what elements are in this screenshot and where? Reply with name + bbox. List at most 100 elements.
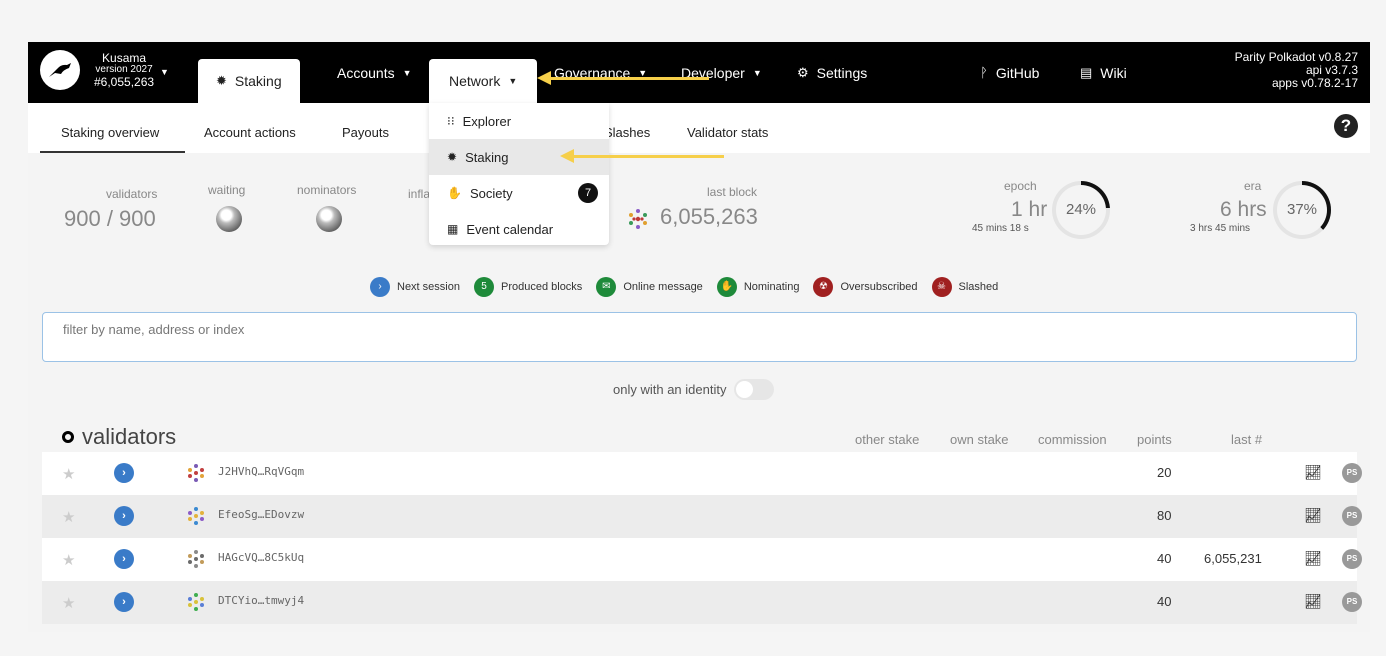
legend-label: Online message [623,281,703,293]
chart-icon[interactable]: 📈︎ [1304,550,1322,567]
network-dropdown-menu: ⁝⁝ Explorer ✹ Staking ✋ Society 7 ▦ Even… [429,103,609,245]
column-other-stake[interactable]: other stake [855,432,919,447]
circle-icon [62,431,74,443]
column-own-stake[interactable]: own stake [950,432,1009,447]
legend-next-session: › Next session [370,277,460,297]
polkascan-icon[interactable]: PS [1342,463,1362,483]
apps-version: apps v0.78.2-17 [1271,76,1358,90]
chain-block: #6,055,263 [94,75,155,89]
validator-last-block: 6,055,231 [1204,551,1262,566]
sub-nav: Staking overview Account actions Payouts… [28,103,1370,153]
annotation-arrow [560,149,724,163]
epoch-value: 1 hr [1011,198,1048,221]
menu-item-explorer[interactable]: ⁝⁝ Explorer [429,103,609,139]
filter-input[interactable]: filter by name, address or index [42,312,1357,362]
column-points[interactable]: points [1137,432,1172,447]
next-session-icon: › [114,506,134,526]
tab-github[interactable]: ᚹ GitHub [980,42,1039,103]
identicon-icon[interactable] [186,506,206,526]
next-session-icon: › [114,463,134,483]
staking-icon: ✹ [447,150,458,164]
chain-info: Kusama version 2027 #6,055,263 [94,52,154,88]
identicon-icon[interactable] [316,206,342,232]
chain-name: Kusama [102,51,147,65]
legend-oversubscribed: ☢ Oversubscribed [813,277,918,297]
hand-icon: ✋ [716,277,737,297]
oversubscribed-icon: ☢ [813,277,834,297]
menu-item-label: Event calendar [466,221,554,237]
validator-address[interactable]: HAGcVQ…8C5kUq [218,551,304,564]
legend-nominating: ✋ Nominating [716,277,800,297]
chevron-down-icon: ▼ [638,67,648,78]
table-row: ★ › DTCYio…tmwyj4 40 📈︎ PS [42,581,1362,624]
polkascan-icon[interactable]: PS [1342,549,1362,569]
column-commission[interactable]: commission [1038,432,1107,447]
legend-produced-blocks: 5 Produced blocks [473,277,583,297]
next-session-icon: › [114,549,134,569]
menu-item-society[interactable]: ✋ Society 7 [429,175,609,211]
subtab-validator-stats[interactable]: Validator stats [687,103,768,153]
tab-staking[interactable]: ✹ Staking [198,59,300,103]
era-percent: 37% [1277,185,1327,235]
era-progress-ring: 37% [1273,181,1331,239]
inflation-label: infla [408,187,431,201]
table-row: ★ › HAGcVQ…8C5kUq 40 6,055,231 📈︎ PS [42,538,1362,581]
validators-label: validators [106,187,158,201]
identicon-icon[interactable] [186,592,206,612]
legend-label: Next session [397,281,460,293]
last-block-value: 6,055,263 [660,204,758,229]
validator-address[interactable]: DTCYio…tmwyj4 [218,594,304,607]
top-bar: Kusama version 2027 #6,055,263 ▼ ✹ Staki… [28,42,1370,103]
legend-label: Oversubscribed [840,281,918,293]
chart-icon[interactable]: 📈︎ [1304,464,1322,481]
legend: › Next session 5 Produced blocks ✉ Onlin… [370,277,1012,297]
legend-label: Nominating [743,281,800,293]
tab-network[interactable]: Network ▼ [429,59,538,103]
produced-blocks-icon: 5 [473,277,494,297]
star-icon[interactable]: ★ [62,508,75,526]
tab-label: Accounts [337,64,395,81]
validators-title: validators [82,424,177,449]
block-identicon-icon [629,209,647,229]
app-window: Kusama version 2027 #6,055,263 ▼ ✹ Staki… [28,42,1370,632]
polkascan-icon[interactable]: PS [1342,506,1362,526]
staking-icon: ✹ [216,73,227,88]
epoch-label: epoch [1004,179,1037,193]
legend-online-message: ✉ Online message [596,277,703,297]
tab-settings[interactable]: ⚙ Settings [797,42,867,103]
chart-icon[interactable]: 📈︎ [1304,507,1322,524]
menu-item-label: Society [469,185,513,201]
waiting-label: waiting [208,183,246,197]
column-last-block[interactable]: last # [1231,432,1262,447]
envelope-icon: ✉ [596,277,617,297]
annotation-arrow [537,71,709,85]
identity-toggle[interactable] [734,379,775,400]
subtab-payouts[interactable]: Payouts [342,103,389,153]
menu-item-event-calendar[interactable]: ▦ Event calendar [429,211,609,247]
tab-accounts[interactable]: Accounts ▼ [337,42,412,103]
star-icon[interactable]: ★ [62,594,75,612]
legend-label: Produced blocks [500,281,583,293]
identicon-icon[interactable] [216,206,242,232]
help-icon[interactable]: ? [1334,114,1358,138]
validator-points: 20 [1157,465,1172,480]
identicon-icon[interactable] [186,549,206,569]
identicon-icon[interactable] [186,463,206,483]
chain-selector[interactable]: Kusama version 2027 #6,055,263 ▼ [40,50,169,90]
book-icon: ▤ [1080,64,1093,80]
subtab-staking-overview[interactable]: Staking overview [40,103,185,153]
subtab-account-actions[interactable]: Account actions [204,103,296,153]
subtab-slashes[interactable]: Slashes [604,103,650,153]
tab-developer[interactable]: Developer ▼ [681,42,762,103]
star-icon[interactable]: ★ [62,551,75,569]
tab-governance[interactable]: Governance ▼ [554,42,647,103]
society-count-badge: 7 [578,183,598,203]
validator-address[interactable]: EfeoSg…EDovzw [218,508,304,521]
chart-icon[interactable]: 📈︎ [1304,593,1322,610]
validator-address[interactable]: J2HVhQ…RqVGqm [218,465,304,478]
era-value: 6 hrs [1220,198,1267,221]
identity-toggle-label: only with an identity [613,382,727,397]
star-icon[interactable]: ★ [62,465,75,483]
tab-wiki[interactable]: ▤ Wiki [1080,42,1127,103]
polkascan-icon[interactable]: PS [1342,592,1362,612]
